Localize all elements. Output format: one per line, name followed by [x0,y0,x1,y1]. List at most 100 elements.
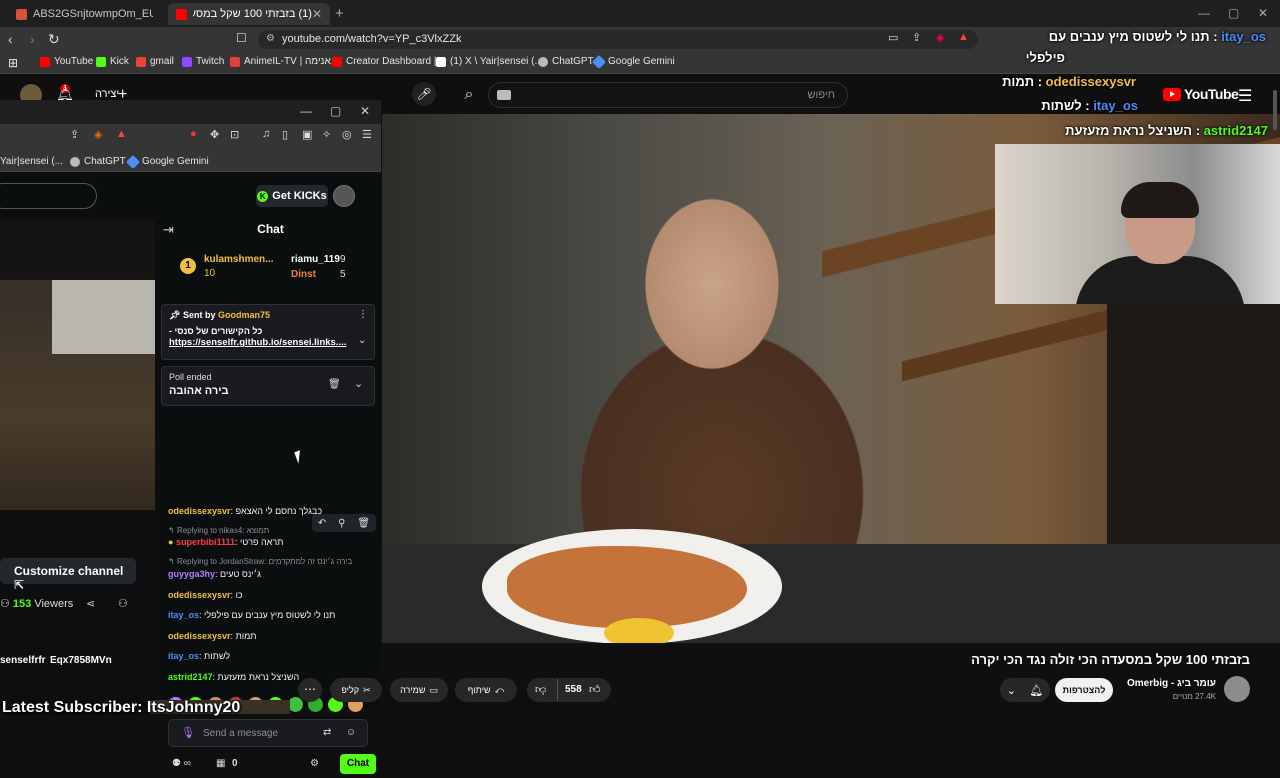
save-button[interactable]: ▭ שמירה [390,678,448,702]
settings-icon[interactable]: ⚙ [310,758,319,769]
close-window-icon[interactable]: ✕ [360,104,370,118]
bookmark-youtube[interactable]: YouTube [40,56,93,67]
chat-username[interactable]: astrid2147 [168,672,213,682]
pinned-link[interactable]: https://senselfr.github.io/sensei.links.… [169,337,367,348]
extensions-icon[interactable]: ✥ [210,128,219,141]
vpn-icon[interactable]: ◎ [342,128,352,141]
send-message-input[interactable]: 🎙︎ Send a message ⇄ ☺ [168,719,368,747]
emoji-icon[interactable]: ☺ [346,727,356,738]
share-icon[interactable]: ⇪ [912,31,921,44]
chat-message[interactable]: guyyga3hy: ג׳ינס טעים [168,569,261,579]
chat-message[interactable]: itay_os: תנו לי לשטוס מיץ ענבים עם פילפל… [168,610,335,620]
browser-tab-active[interactable]: (1) בזבזתי 100 שקל במסעדה הכי... ✕ [168,3,330,25]
menu-hamburger-icon[interactable]: ☰ [362,128,372,141]
chat-username[interactable]: odedissexysvr [168,631,231,641]
ai-icon[interactable]: ✧ [322,128,331,141]
chat-username[interactable]: itay_os [168,610,199,620]
record-icon[interactable]: ● [190,128,197,140]
bookmark-gemini[interactable]: Google Gemini [125,154,209,169]
bookmark-gmail[interactable]: gmail [136,56,174,67]
reply-icon[interactable]: ↶ [318,518,326,529]
more-options-icon[interactable]: ⋮ [358,309,368,320]
page-scrollbar[interactable] [1273,90,1277,130]
search-icon[interactable]: ⌕ [455,82,483,108]
bookmark-x[interactable]: Yair|sensei (... [0,156,63,167]
bookmark-chatgpt[interactable]: ChatGPT [538,56,594,67]
close-tab-icon[interactable]: ✕ [312,7,322,21]
clip-button[interactable]: ✂ קליפ [330,678,382,702]
share-icon[interactable]: ⋖ [86,597,95,610]
poll-card[interactable]: Poll ended בירה אהובה 🗑︎ ⌄ [161,366,375,406]
channel-name[interactable]: עומר ביג - Omerbig [1110,678,1216,689]
bookmark-chatgpt[interactable]: ChatGPT [70,156,126,167]
bookmark-gemini[interactable]: Google Gemini [591,54,675,69]
join-button[interactable]: להצטרפות [1055,678,1113,702]
customize-channel-button[interactable]: Customize channel ⇱ [0,558,136,592]
emote-icon[interactable] [288,697,303,712]
browser-tab[interactable]: ABS2GSnjtowmpOm_EUXnj1lxlI6wK... [8,3,166,25]
sidebar-icon[interactable]: ▯ [282,128,288,141]
chat-username[interactable]: odedissexysvr [168,590,231,600]
close-window-icon[interactable]: ✕ [1258,6,1268,20]
cast-icon[interactable]: ▭ [888,31,898,44]
address-bar[interactable]: ⚙ youtube.com/watch?v=YP_c3VlxZZk [258,30,978,49]
pin-icon[interactable]: ⚲ [338,518,345,529]
create-label[interactable]: יצירה [95,88,119,100]
delete-icon[interactable]: 🗑︎ [357,518,370,529]
bookmark-x[interactable]: (1) X \ Yair|sensei (... [436,56,543,67]
avatar[interactable] [333,185,355,207]
pinned-message[interactable]: 📌︎ Sent by Goodman75 כל הקישורים של סנסי… [161,304,375,360]
maximize-icon[interactable]: ▢ [330,104,341,118]
channel-avatar[interactable] [1224,676,1250,702]
chat-username[interactable]: itay_os [168,651,199,661]
chat-users-icon[interactable]: ⚉ ∞ [172,758,191,769]
brave-shield-icon[interactable]: ◈ [94,128,102,141]
channel-row-label[interactable]: senselfrfr [0,655,46,666]
rewards-icon[interactable]: ▲ [116,128,127,140]
chat-username[interactable]: guyyga3hy [168,569,215,579]
pinned-sender[interactable]: Goodman75 [218,310,270,320]
chat-username[interactable]: superbibi1111 [176,537,235,547]
keyboard-icon[interactable] [497,90,511,100]
reload-icon[interactable]: ↻ [48,31,60,48]
menu-hamburger-icon[interactable]: ☰ [1238,86,1252,106]
chat-message[interactable]: odedissexysvr: כו [168,590,243,600]
share-icon[interactable]: ⇪ [70,128,79,141]
like-icon[interactable]: 👍︎ [589,683,601,696]
media-icon[interactable]: ♫ [262,128,270,140]
voice-search-mic-icon[interactable]: 🎤︎ [412,82,436,106]
rewards-icon[interactable]: ▲ [958,31,969,43]
forward-icon[interactable]: › [30,31,35,47]
translate-icon[interactable]: ⇄ [323,727,331,738]
subscribed-bell-button[interactable]: ⌄ 🔔︎ [1000,678,1050,702]
wallet-icon[interactable]: ▣ [302,128,312,141]
youtube-logo[interactable]: YouTube [1163,86,1239,102]
more-actions-button[interactable]: ⋯ [298,678,322,702]
chat-message[interactable]: odedissexysvr: תמות [168,631,257,641]
get-kicks-button[interactable]: K Get KICKs [256,185,328,207]
chat-message[interactable]: itay_os: לשתות [168,651,230,661]
bookmark-animeil[interactable]: AnimeIL-TV | אנימה... [230,56,339,67]
chat-message[interactable]: odedissexysvr: כבגלך נחסם לי האצאפ [168,506,322,516]
search-input[interactable]: חיפוש [488,82,848,108]
chat-message[interactable]: astrid2147: השניצל נראת מזעזעת [168,672,299,682]
chevron-down-icon[interactable]: ⌄ [358,335,366,346]
bookmark-kick[interactable]: Kick [96,56,129,67]
brave-shield-icon[interactable]: ◈ [936,31,944,44]
minimize-icon[interactable]: — [1198,6,1210,20]
bookmark-icon[interactable]: ☐ [236,31,247,45]
leader-name[interactable]: riamu_119 [291,254,340,265]
screenshot-icon[interactable]: ⊡ [230,128,239,141]
share-button[interactable]: ⤺ שיתוף [455,678,517,702]
add-friend-icon[interactable]: ⚇ [118,597,128,610]
site-info-icon[interactable]: ⚙ [266,33,275,44]
chat-username[interactable]: odedissexysvr [168,506,231,516]
bookmark-creator-dashboard[interactable]: Creator Dashboard |... [332,56,445,67]
leader-name[interactable]: kulamshmen... [204,254,273,265]
channel-row-label[interactable]: Eqx7858MVn [50,655,112,666]
delete-icon[interactable]: 🗑︎ [328,379,341,390]
chat-message[interactable]: ● superbibi1111: תראה פרטי [168,537,283,547]
dislike-icon[interactable]: 👎︎ [535,683,546,696]
mic-icon[interactable]: 🎙︎ [181,726,195,739]
kick-search-input[interactable] [0,183,97,209]
